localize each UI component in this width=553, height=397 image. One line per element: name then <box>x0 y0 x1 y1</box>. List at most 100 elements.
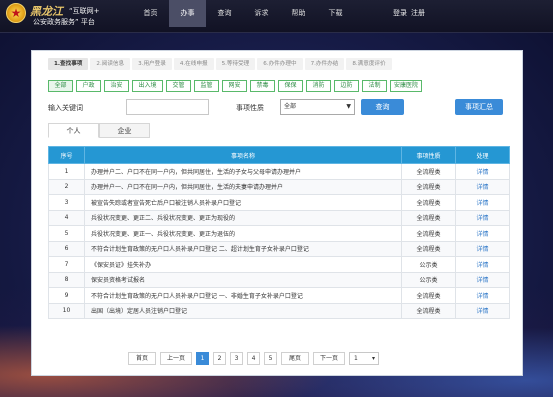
tab-bar: 个人 企业 <box>48 123 150 138</box>
nav-help[interactable]: 帮助 <box>280 0 317 27</box>
col-header-name: 事项名称 <box>84 146 402 164</box>
filter-traffic[interactable]: 交管 <box>166 80 191 92</box>
filter-public-security[interactable]: 治安 <box>104 80 129 92</box>
row-number: 8 <box>48 271 85 288</box>
summary-button[interactable]: 事项汇总 <box>455 99 503 115</box>
table-row: 6 不符合计划生育政策的无户口人员补录户口登记 二、超计划生育子女补录户口登记 全流… <box>48 240 510 257</box>
page-select[interactable]: 1 ▾ <box>349 352 379 365</box>
page-select-value: 1 <box>354 355 358 362</box>
row-name: 不符合计划生育政策的无户口人员补录户口登记 一、非婚生育子女补录户口登记 <box>84 287 402 304</box>
table-row: 5 兵役状况变更、更正一、兵役状况变更、更正为退伍的 全流程类 详情 <box>48 225 510 242</box>
login-link[interactable]: 登录 <box>393 0 407 27</box>
top-navigation-bar: ★ 黑龙江 “互联网+ 公安政务服务” 平台 首页 办事 查询 诉求 帮助 下载… <box>0 0 553 33</box>
row-number: 7 <box>48 256 85 273</box>
tab-enterprise[interactable]: 企业 <box>99 123 150 138</box>
row-type: 全流程类 <box>401 240 456 257</box>
table-row: 2 办理并户一、户口不在同一户内，但共同居住，生活的夫妻申请办理并户 全流程类 详情 <box>48 178 510 195</box>
row-name: 兵役状况变更、更正二、兵役状况变更、更正为现役的 <box>84 209 402 226</box>
row-details-link[interactable]: 详情 <box>455 302 510 319</box>
row-number: 1 <box>48 163 85 180</box>
row-name: 被宣告失踪或者宣告死亡后户口被注销人员补录户口登记 <box>84 194 402 211</box>
filter-supervision[interactable]: 监管 <box>194 80 219 92</box>
row-name: 出国（出境）定居人员注销户口登记 <box>84 302 402 319</box>
filter-all[interactable]: 全部 <box>48 80 73 92</box>
row-number: 10 <box>48 302 85 319</box>
department-filters: 全部 户政 治安 出入境 交管 监管 网安 禁毒 保保 消防 边防 法制 安康医… <box>48 80 425 92</box>
row-name: 办理并户一、户口不在同一户内，但共同居住，生活的夫妻申请办理并户 <box>84 178 402 195</box>
last-page-button[interactable]: 尾页 <box>281 352 309 365</box>
nav-home[interactable]: 首页 <box>132 0 169 27</box>
main-nav: 首页 办事 查询 诉求 帮助 下载 <box>132 0 354 27</box>
step-2: 2.阅读信息 <box>90 58 131 70</box>
row-type: 全流程类 <box>401 225 456 242</box>
row-type: 全流程类 <box>401 194 456 211</box>
row-name: 保安员资格考试报名 <box>84 271 402 288</box>
step-5: 5.等待受理 <box>215 58 256 70</box>
row-details-link[interactable]: 详情 <box>455 240 510 257</box>
row-details-link[interactable]: 详情 <box>455 209 510 226</box>
row-details-link[interactable]: 详情 <box>455 163 510 180</box>
row-type: 全流程类 <box>401 178 456 195</box>
row-type: 全流程类 <box>401 163 456 180</box>
table-row: 7 《保安员证》挂失补办 公示类 详情 <box>48 256 510 273</box>
tab-personal[interactable]: 个人 <box>48 123 99 138</box>
filter-exit-entry[interactable]: 出入境 <box>132 80 163 92</box>
filter-security-guard[interactable]: 保保 <box>278 80 303 92</box>
page-button-3[interactable]: 3 <box>230 352 243 365</box>
row-details-link[interactable]: 详情 <box>455 225 510 242</box>
row-type: 全流程类 <box>401 302 456 319</box>
chevron-down-icon: ▼ <box>346 103 351 110</box>
service-search-panel: 1.查找事项 2.阅读信息 3.用户登录 4.在线申报 5.等待受理 6.办件办… <box>31 50 523 376</box>
page-button-1[interactable]: 1 <box>196 352 209 365</box>
type-label: 事项性质 <box>236 104 264 112</box>
filter-cyber-security[interactable]: 网安 <box>222 80 247 92</box>
row-details-link[interactable]: 详情 <box>455 194 510 211</box>
nav-query[interactable]: 查询 <box>206 0 243 27</box>
row-name: 不符合计划生育政策的无户口人员补录户口登记 二、超计划生育子女补录户口登记 <box>84 240 402 257</box>
row-details-link[interactable]: 详情 <box>455 178 510 195</box>
filter-legal[interactable]: 法制 <box>362 80 387 92</box>
step-4: 4.在线申报 <box>173 58 214 70</box>
row-number: 4 <box>48 209 85 226</box>
row-number: 2 <box>48 178 85 195</box>
row-details-link[interactable]: 详情 <box>455 271 510 288</box>
row-type: 公示类 <box>401 271 456 288</box>
filter-ankang-hospital[interactable]: 安康医院 <box>390 80 422 92</box>
row-details-link[interactable]: 详情 <box>455 287 510 304</box>
type-select[interactable]: 全部 ▼ <box>280 99 355 115</box>
page-button-4[interactable]: 4 <box>247 352 260 365</box>
next-page-button[interactable]: 下一页 <box>313 352 345 365</box>
col-header-action: 处理 <box>455 146 510 164</box>
process-steps: 1.查找事项 2.阅读信息 3.用户登录 4.在线申报 5.等待受理 6.办件办… <box>48 58 394 70</box>
filter-narcotics[interactable]: 禁毒 <box>250 80 275 92</box>
step-7: 7.办件办结 <box>304 58 345 70</box>
step-1: 1.查找事项 <box>48 58 89 70</box>
filter-household[interactable]: 户政 <box>76 80 101 92</box>
police-badge-icon[interactable]: ★ <box>6 3 26 23</box>
row-number: 5 <box>48 225 85 242</box>
register-link[interactable]: 注册 <box>411 0 425 27</box>
step-8: 8.满意度评价 <box>346 58 392 70</box>
nav-appeal[interactable]: 诉求 <box>243 0 280 27</box>
table-row: 3 被宣告失踪或者宣告死亡后户口被注销人员补录户口登记 全流程类 详情 <box>48 194 510 211</box>
nav-download[interactable]: 下载 <box>317 0 354 27</box>
pagination: 首页 上一页 1 2 3 4 5 尾页 下一页 1 ▾ <box>128 352 379 365</box>
nav-services[interactable]: 办事 <box>169 0 206 27</box>
keyword-input[interactable] <box>126 99 209 115</box>
filter-border[interactable]: 边防 <box>334 80 359 92</box>
table-row: 10 出国（出境）定居人员注销户口登记 全流程类 详情 <box>48 302 510 319</box>
page-button-2[interactable]: 2 <box>213 352 226 365</box>
first-page-button[interactable]: 首页 <box>128 352 156 365</box>
row-number: 9 <box>48 287 85 304</box>
row-type: 全流程类 <box>401 287 456 304</box>
col-header-type: 事项性质 <box>401 146 456 164</box>
prev-page-button[interactable]: 上一页 <box>160 352 192 365</box>
row-name: 办理并户二、户口不在同一户内，但共同居住，生活的子女与父母申请办理并户 <box>84 163 402 180</box>
col-header-no: 序号 <box>48 146 85 164</box>
row-name: 《保安员证》挂失补办 <box>84 256 402 273</box>
page-button-5[interactable]: 5 <box>264 352 277 365</box>
type-select-value: 全部 <box>284 103 297 110</box>
filter-fire[interactable]: 消防 <box>306 80 331 92</box>
query-button[interactable]: 查询 <box>361 99 404 115</box>
row-details-link[interactable]: 详情 <box>455 256 510 273</box>
